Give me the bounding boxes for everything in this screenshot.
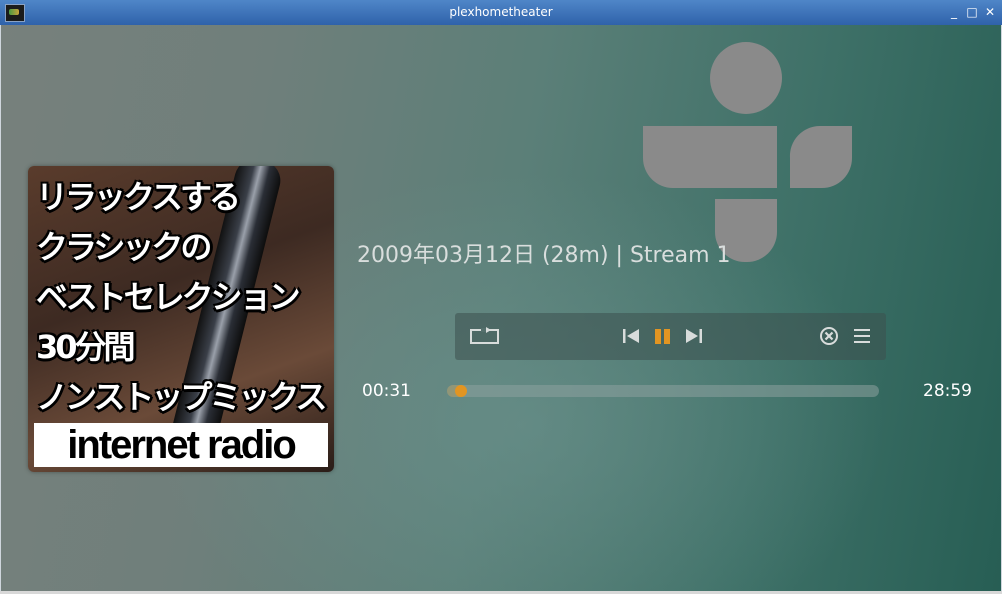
album-art-line-4: 30分間 xyxy=(36,328,136,366)
progress-bar[interactable] xyxy=(447,385,879,397)
track-info: 2009年03月12日 (28m) | Stream 1 xyxy=(357,243,731,268)
repeat-button[interactable] xyxy=(469,325,501,347)
pause-icon xyxy=(655,329,670,344)
window-titlebar: plexhometheater _ □ ✕ xyxy=(0,0,1002,26)
album-art-line-5: ノンストップミックス xyxy=(36,378,327,416)
progress-handle[interactable] xyxy=(455,385,467,397)
queue-button[interactable] xyxy=(851,325,873,347)
player-controls xyxy=(455,313,886,360)
previous-icon xyxy=(623,329,639,343)
album-art-line-3: ベストセレクション xyxy=(36,278,301,316)
tunein-logo-icon xyxy=(643,42,853,262)
now-playing-screen: リラックスする クラシックの ベストセレクション 30分間 ノンストップミックス… xyxy=(1,25,1001,591)
next-icon xyxy=(686,329,702,343)
elapsed-time: 00:31 xyxy=(362,381,411,401)
repeat-icon xyxy=(470,327,499,344)
stop-icon xyxy=(820,327,838,345)
close-button[interactable]: ✕ xyxy=(982,4,998,20)
minimize-button[interactable]: _ xyxy=(946,4,962,20)
next-button[interactable] xyxy=(683,325,705,347)
album-art-line-2: クラシックの xyxy=(36,228,212,266)
window-title: plexhometheater xyxy=(449,5,553,19)
previous-button[interactable] xyxy=(620,325,642,347)
pause-button[interactable] xyxy=(652,325,674,347)
album-art: リラックスする クラシックの ベストセレクション 30分間 ノンストップミックス… xyxy=(28,166,334,472)
queue-icon xyxy=(854,329,870,343)
album-art-banner: internet radio xyxy=(34,423,328,467)
album-art-line-1: リラックスする xyxy=(36,178,241,216)
total-time: 28:59 xyxy=(923,381,972,401)
stop-button[interactable] xyxy=(818,325,840,347)
maximize-button[interactable]: □ xyxy=(964,4,980,20)
